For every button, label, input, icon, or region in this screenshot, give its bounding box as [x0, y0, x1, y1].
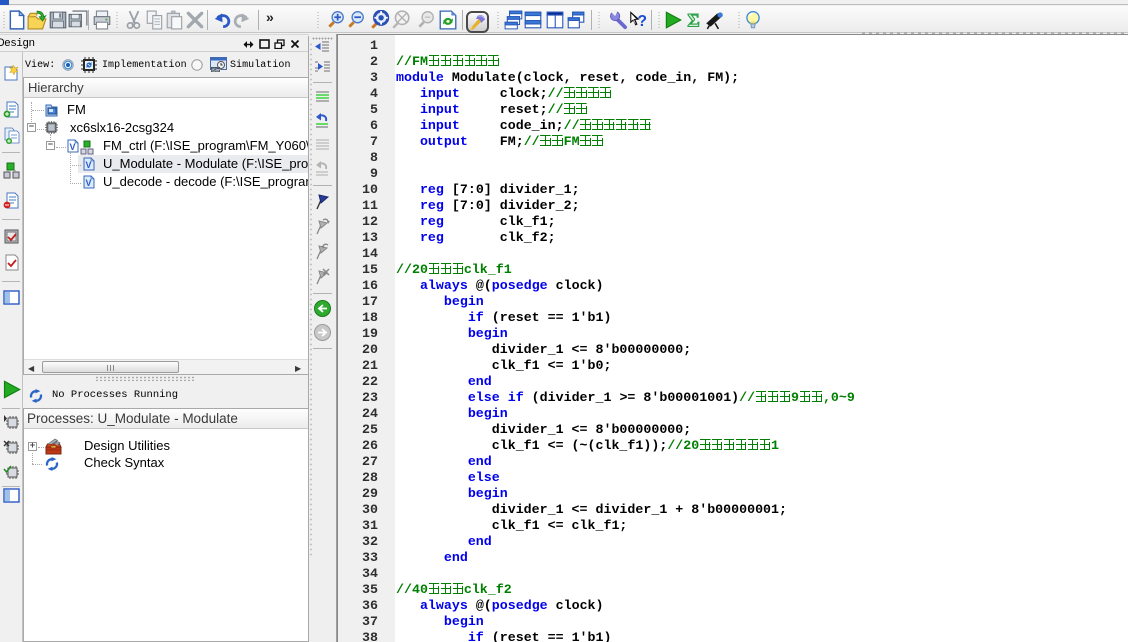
svg-text:V: V — [86, 160, 92, 170]
svg-text:V: V — [86, 178, 92, 188]
svg-text:V: V — [70, 142, 76, 152]
svg-text:ISim: ISim — [212, 68, 221, 73]
svg-text:?: ? — [637, 13, 647, 30]
svg-text:Σ: Σ — [687, 11, 699, 30]
